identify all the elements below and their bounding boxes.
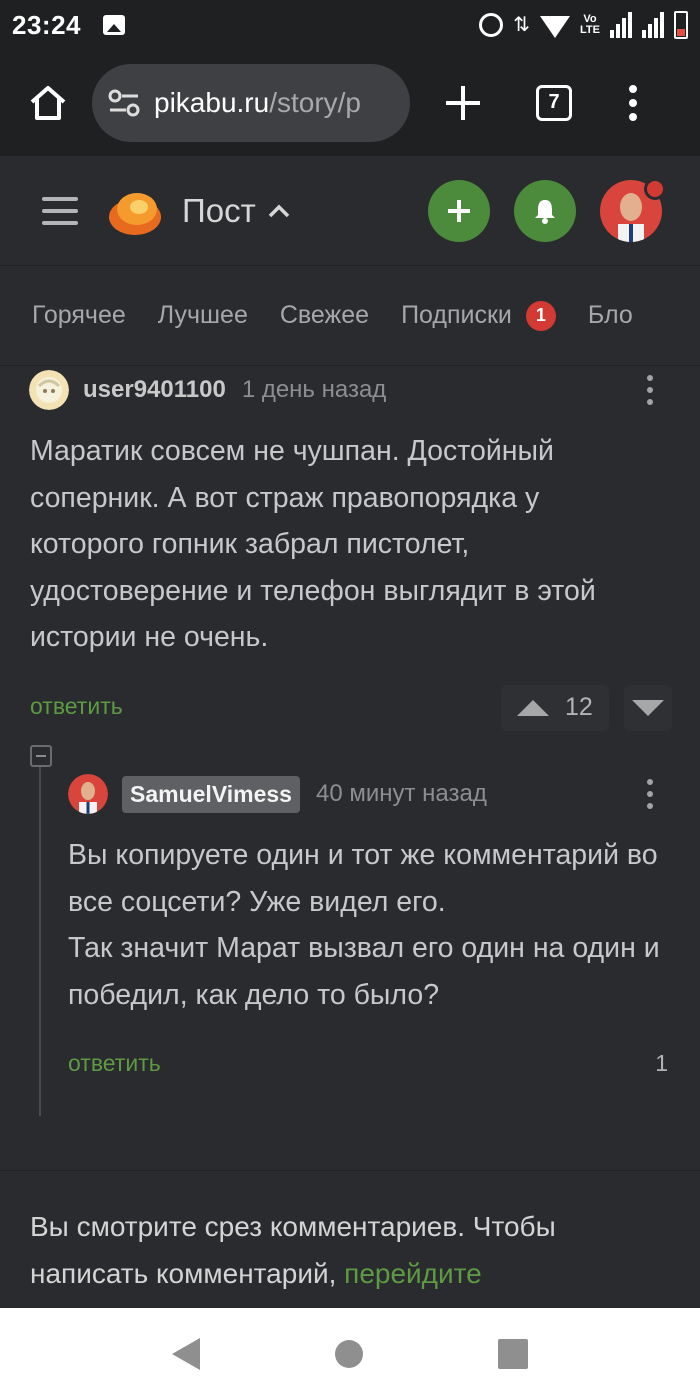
page-title[interactable]: Пост bbox=[182, 192, 256, 230]
url-host: pikabu.ru bbox=[154, 86, 270, 118]
tab-fresh[interactable]: Свежее bbox=[280, 301, 369, 330]
comment-text-paragraph: Вы копируете один и тот же комментарий в… bbox=[68, 839, 658, 918]
comment-header: SamuelVimess 40 минут назад bbox=[0, 770, 700, 818]
comment-rating: 1 bbox=[655, 1050, 668, 1076]
comment-menu-icon[interactable] bbox=[647, 779, 653, 809]
arrow-down-icon bbox=[632, 699, 664, 716]
add-post-button[interactable] bbox=[428, 179, 490, 242]
comment-text: Вы копируете один и тот же комментарий в… bbox=[68, 832, 660, 1018]
collapse-thread-button[interactable] bbox=[30, 745, 52, 767]
url-path: /story/p bbox=[269, 86, 361, 118]
site-settings-icon[interactable] bbox=[108, 89, 140, 117]
avatar[interactable] bbox=[29, 370, 69, 410]
comment-actions: ответить 12 bbox=[0, 684, 700, 749]
reply-link[interactable]: ответить bbox=[30, 693, 123, 720]
comment-actions: ответить 1 bbox=[0, 1042, 700, 1102]
volte-label-bottom: LTE bbox=[580, 24, 600, 36]
tab-blogs[interactable]: Бло bbox=[588, 301, 633, 330]
comment-header: user9401100 1 день назад bbox=[0, 366, 700, 414]
subscriptions-badge: 1 bbox=[525, 300, 556, 331]
site-header: Пост bbox=[0, 155, 700, 266]
comments-slice-notice: Вы смотрите срез комментариев. Чтобы нап… bbox=[30, 1203, 670, 1297]
tab-best[interactable]: Лучшее bbox=[158, 301, 248, 330]
comment: user9401100 1 день назад Маратик совсем … bbox=[0, 366, 700, 749]
image-notification-icon bbox=[103, 15, 125, 35]
avatar[interactable] bbox=[68, 774, 108, 814]
notification-dot bbox=[644, 177, 666, 200]
volte-icon: Vo LTE bbox=[580, 14, 600, 36]
go-to-post-link[interactable]: перейдите bbox=[344, 1258, 482, 1289]
bell-icon bbox=[535, 199, 555, 224]
signal-strength-icon bbox=[610, 12, 632, 38]
feed-tabs: Горячее Лучшее Свежее Подписки 1 Бло bbox=[0, 266, 700, 366]
wifi-icon bbox=[540, 16, 571, 38]
chevron-up-icon[interactable] bbox=[268, 204, 290, 218]
hamburger-menu-icon[interactable] bbox=[42, 196, 78, 225]
downvote-button[interactable] bbox=[624, 684, 672, 731]
tab-switcher-button[interactable]: 7 bbox=[536, 84, 572, 121]
home-circle-icon[interactable] bbox=[335, 1340, 363, 1368]
data-transfer-icon: ⇅ bbox=[513, 14, 531, 36]
comment-menu-icon[interactable] bbox=[647, 375, 653, 405]
home-icon bbox=[30, 85, 66, 120]
tab-hot[interactable]: Горячее bbox=[32, 301, 126, 330]
new-tab-button[interactable] bbox=[440, 80, 486, 126]
comment-author[interactable]: user9401100 bbox=[83, 376, 226, 404]
comment-author[interactable]: SamuelVimess bbox=[122, 775, 300, 813]
upvote-button[interactable]: 12 bbox=[501, 684, 609, 731]
signal-strength-icon-2 bbox=[642, 12, 664, 38]
browser-menu-button[interactable] bbox=[628, 84, 638, 121]
status-bar: 23:24 ⇅ Vo LTE bbox=[0, 0, 700, 50]
pikabu-logo[interactable] bbox=[108, 185, 162, 237]
arrow-up-icon bbox=[517, 699, 549, 716]
address-bar[interactable]: pikabu.ru/story/p bbox=[92, 63, 410, 142]
comment-rating: 12 bbox=[565, 693, 593, 721]
divider bbox=[0, 1170, 700, 1171]
back-icon[interactable] bbox=[172, 1338, 200, 1370]
home-button[interactable] bbox=[18, 73, 78, 133]
notifications-button[interactable] bbox=[514, 179, 576, 242]
comment-time[interactable]: 1 день назад bbox=[242, 376, 386, 404]
browser-toolbar: pikabu.ru/story/p 7 bbox=[0, 50, 700, 155]
plus-icon bbox=[448, 199, 470, 222]
status-time: 23:24 bbox=[12, 9, 81, 40]
comment-time[interactable]: 40 минут назад bbox=[316, 780, 487, 808]
comment-text: Маратик совсем не чушпан. Достойный сопе… bbox=[30, 435, 596, 653]
reply-link[interactable]: ответить bbox=[68, 1050, 161, 1077]
battery-icon bbox=[674, 11, 688, 39]
comment-text-paragraph: Так значит Марат вызвал его один на один… bbox=[68, 932, 660, 1011]
tab-subscriptions[interactable]: Подписки 1 bbox=[401, 300, 556, 331]
system-navigation-bar bbox=[0, 1308, 700, 1400]
recent-apps-icon[interactable] bbox=[498, 1339, 528, 1369]
reply-comment: SamuelVimess 40 минут назад Вы копируете… bbox=[0, 770, 700, 1102]
alarm-icon bbox=[479, 13, 504, 37]
tab-subscriptions-label: Подписки bbox=[401, 301, 512, 329]
status-icons: ⇅ Vo LTE bbox=[479, 11, 688, 39]
user-avatar-button[interactable] bbox=[600, 177, 666, 242]
